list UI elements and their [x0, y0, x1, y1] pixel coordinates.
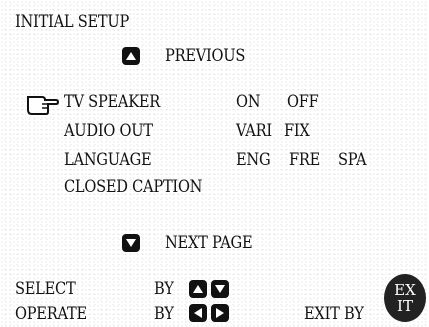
up-arrow-key-icon[interactable] — [122, 47, 140, 65]
down-arrow-key-icon[interactable] — [122, 234, 140, 252]
select-by-label: BY — [154, 279, 174, 299]
exit-badge-line2: IT — [397, 297, 413, 315]
option-spa[interactable]: SPA — [338, 150, 367, 170]
osd-setup-screen: INITIAL SETUP PREVIOUS TV SPEAKER ON OFF… — [0, 0, 429, 327]
menu-item-closed-caption[interactable]: CLOSED CAPTION — [64, 177, 202, 197]
menu-item-language[interactable]: LANGUAGE — [64, 150, 152, 170]
previous-label: PREVIOUS — [165, 46, 246, 66]
exit-badge-line1: EX — [394, 281, 416, 299]
exit-by-label: EXIT BY — [304, 304, 364, 324]
menu-item-tv-speaker[interactable]: TV SPEAKER — [64, 92, 160, 112]
pointing-hand-icon — [26, 92, 60, 120]
option-on[interactable]: ON — [236, 92, 261, 112]
select-label: SELECT — [15, 279, 76, 299]
option-off[interactable]: OFF — [287, 92, 319, 112]
right-arrow-key-icon[interactable] — [211, 304, 229, 322]
option-fix[interactable]: FIX — [284, 121, 310, 141]
next-page-label: NEXT PAGE — [165, 233, 253, 253]
up-arrow-key-icon[interactable] — [189, 280, 207, 298]
menu-item-audio-out[interactable]: AUDIO OUT — [64, 121, 153, 141]
operate-by-label: BY — [154, 304, 174, 324]
exit-button[interactable]: EX IT — [384, 274, 426, 322]
option-vari[interactable]: VARI — [236, 121, 272, 141]
option-fre[interactable]: FRE — [289, 150, 320, 170]
menu-title: INITIAL SETUP — [15, 12, 130, 32]
option-eng[interactable]: ENG — [236, 150, 271, 170]
operate-label: OPERATE — [15, 304, 87, 324]
left-arrow-key-icon[interactable] — [189, 304, 207, 322]
down-arrow-key-icon[interactable] — [211, 280, 229, 298]
